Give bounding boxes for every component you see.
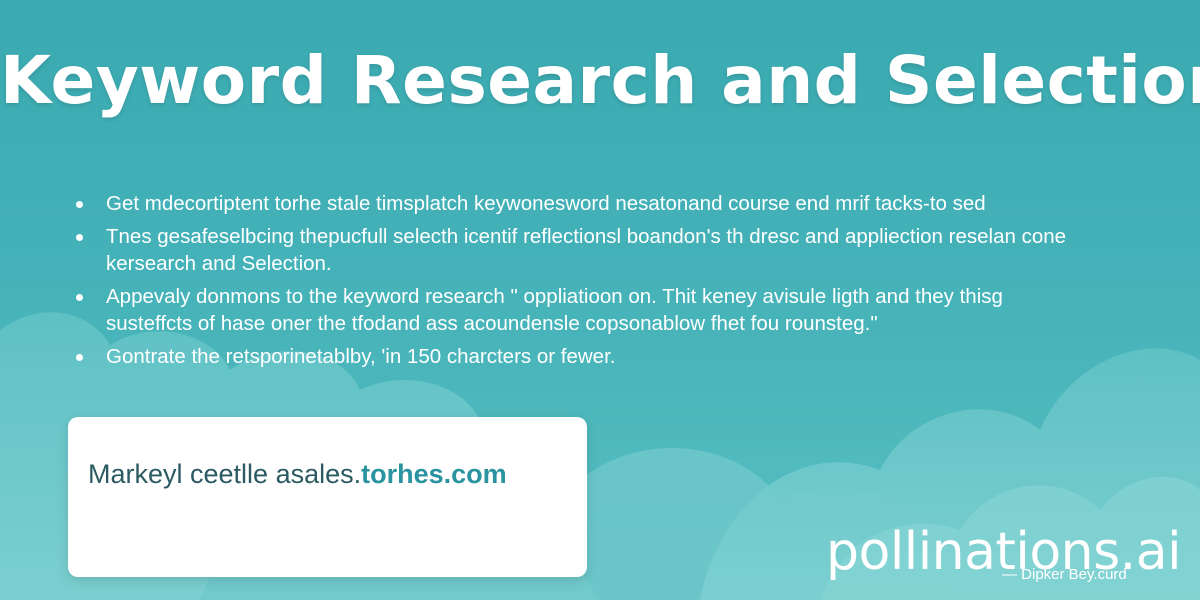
page-title: Keyword Research and Selection — [0, 42, 1200, 119]
bullet-dot-icon — [76, 234, 83, 241]
bullet-text: Appevaly donmons to the keyword research… — [106, 285, 1003, 335]
bullet-dot-icon — [76, 294, 83, 301]
bullet-text: Gontrate the retsporinetablby, 'in 150 c… — [106, 345, 616, 368]
card-label: Markeyl ceetlle asales. — [88, 459, 362, 489]
bullet-item: Get mdecortiptent torhe stale timsplatch… — [70, 190, 1080, 217]
bullet-dot-icon — [76, 201, 83, 208]
card-domain-link[interactable]: torhes.com — [361, 459, 507, 489]
bullet-item: Gontrate the retsporinetablby, 'in 150 c… — [70, 343, 1080, 370]
bullet-text: Get mdecortiptent torhe stale timsplatch… — [106, 192, 986, 215]
bullet-item: Appevaly donmons to the keyword research… — [70, 283, 1080, 337]
card-text: Markeyl ceetlle asales.torhes.com — [88, 459, 507, 490]
attribution-text: — Dipker Bey.curd — [1002, 566, 1127, 583]
bullet-dot-icon — [76, 354, 83, 361]
bullet-item: Tnes gesafeselbcing thepucfull selecth i… — [70, 223, 1080, 277]
bullet-text: Tnes gesafeselbcing thepucfull selecth i… — [106, 225, 1067, 275]
info-card: Markeyl ceetlle asales.torhes.com — [68, 417, 587, 577]
bullet-list: Get mdecortiptent torhe stale timsplatch… — [70, 190, 1080, 376]
